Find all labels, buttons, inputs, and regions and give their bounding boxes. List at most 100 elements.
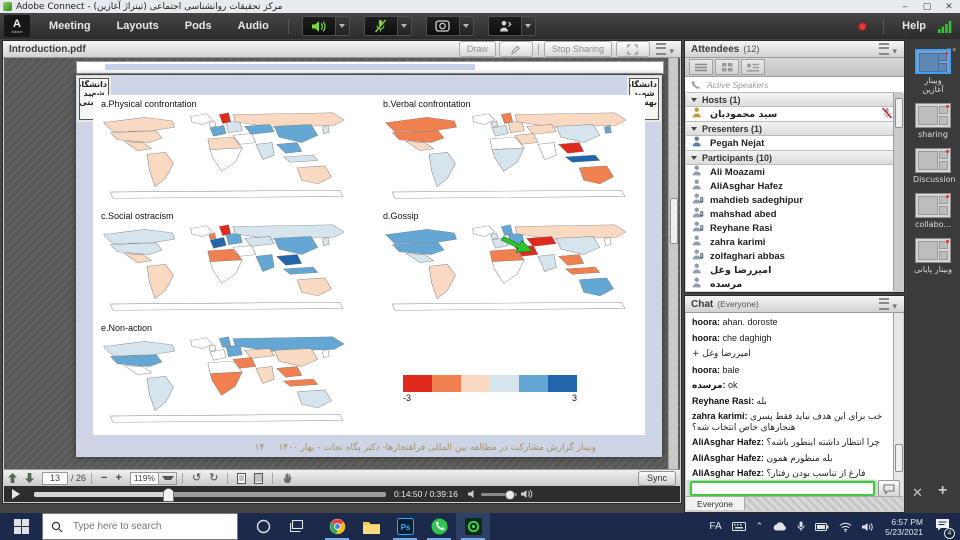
layout-thumbnail[interactable] <box>915 148 951 173</box>
attendee-row[interactable]: امیررضا وغل <box>686 263 903 277</box>
share-pod-menu-icon[interactable]: ▾ <box>656 42 675 57</box>
legend-swatch <box>490 375 519 392</box>
layout-item[interactable]: وبینار پایانی <box>913 238 953 274</box>
tray-expand-chevron-icon[interactable]: ⌃ <box>756 521 764 532</box>
chat-message-input[interactable] <box>690 481 875 496</box>
microphone-tray-icon[interactable] <box>797 521 805 532</box>
menu-pods[interactable]: Pods <box>172 20 225 32</box>
notification-center-button[interactable]: 4 <box>935 518 950 536</box>
attendee-row[interactable]: zahra karimi <box>686 235 903 249</box>
file-explorer-app-icon[interactable] <box>354 513 388 540</box>
menu-meeting[interactable]: Meeting <box>36 20 104 32</box>
help-menu[interactable]: Help <box>902 20 926 32</box>
webcam-icon <box>435 20 451 32</box>
status-dropdown[interactable] <box>522 16 536 36</box>
whatsapp-app-icon[interactable] <box>422 513 456 540</box>
playback-progress-bar[interactable] <box>34 492 386 497</box>
status-button[interactable] <box>488 16 522 36</box>
zoom-out-button[interactable]: − <box>101 472 107 484</box>
layout-item[interactable]: Discussion <box>913 148 953 184</box>
zoom-in-button[interactable]: + <box>115 472 121 484</box>
sync-button[interactable]: Sync <box>638 471 676 486</box>
photoshop-app-icon[interactable]: Ps <box>388 513 422 540</box>
maximize-button[interactable]: ▢ <box>916 1 938 12</box>
taskbar-clock[interactable]: 6:57 PM 5/23/2021 <box>885 517 923 537</box>
fit-width-button[interactable] <box>254 473 263 484</box>
layout-thumbnail-selected[interactable] <box>915 49 951 74</box>
attendee-row[interactable]: Ali Moazami <box>686 165 903 179</box>
page-down-button[interactable] <box>25 473 34 483</box>
chat-send-button[interactable] <box>878 480 900 497</box>
adobe-connect-app-icon[interactable] <box>456 513 490 540</box>
microphone-dropdown[interactable] <box>398 16 412 36</box>
layouts-add-icon[interactable]: + <box>938 482 947 500</box>
close-button[interactable]: ✕ <box>938 1 960 12</box>
layout-item[interactable]: collabo... <box>913 193 953 229</box>
status-view-button[interactable] <box>741 59 765 75</box>
page-number-input[interactable]: 13 <box>42 472 68 485</box>
attendees-scrollbar[interactable] <box>893 92 903 291</box>
attendee-group-header[interactable]: Presenters (1) <box>686 121 903 136</box>
wifi-icon[interactable] <box>839 522 852 532</box>
cortana-button[interactable] <box>246 513 280 540</box>
attendee-group-header[interactable]: Participants (10) <box>686 150 903 165</box>
zoom-level-select[interactable]: 119% <box>130 472 177 485</box>
draw-button[interactable]: Draw <box>459 41 496 57</box>
pen-tool-button[interactable] <box>499 41 533 57</box>
layout-thumbnail[interactable] <box>915 193 951 218</box>
layout-thumbnail[interactable] <box>915 103 951 128</box>
chat-scrollbar[interactable] <box>893 313 903 480</box>
menu-layouts[interactable]: Layouts <box>104 20 172 32</box>
language-indicator[interactable]: FA <box>709 521 721 532</box>
attendee-row[interactable]: Reyhane Rasi <box>686 221 903 235</box>
layout-item[interactable]: sharing <box>913 103 953 139</box>
chat-pod-menu-icon[interactable]: ▾ <box>879 297 898 312</box>
minimize-button[interactable]: – <box>894 1 916 12</box>
layouts-close-icon[interactable]: ✕ <box>912 485 923 501</box>
search-input[interactable] <box>71 520 225 533</box>
attendee-row[interactable]: mahdieb sadeghipur <box>686 193 903 207</box>
chrome-app-icon[interactable] <box>320 513 354 540</box>
attendee-group-header[interactable]: Hosts (1) <box>686 92 903 107</box>
play-button[interactable] <box>12 489 20 499</box>
fullscreen-button[interactable] <box>616 41 650 57</box>
page-up-button[interactable] <box>8 473 17 483</box>
attendee-row[interactable]: مرسده <box>686 277 903 291</box>
start-button[interactable] <box>0 513 42 540</box>
stop-sharing-button[interactable]: Stop Sharing <box>544 41 612 57</box>
onedrive-cloud-icon[interactable] <box>773 522 787 531</box>
task-view-button[interactable] <box>280 513 314 540</box>
speaker-dropdown[interactable] <box>336 16 350 36</box>
fit-page-button[interactable] <box>237 473 246 484</box>
volume-slider[interactable] <box>481 493 517 496</box>
rotate-left-button[interactable]: ↺ <box>192 472 201 484</box>
clock-date: 5/23/2021 <box>885 527 923 537</box>
volume-slider-handle[interactable] <box>505 490 515 500</box>
pan-hand-button[interactable] <box>282 472 293 484</box>
rotate-right-button[interactable]: ↻ <box>209 472 218 484</box>
webcam-button[interactable] <box>426 16 460 36</box>
share-pod-title: Introduction.pdf <box>9 44 86 55</box>
share-scrollbar[interactable] <box>668 58 678 470</box>
attendee-row[interactable]: AliAsghar Hafez <box>686 179 903 193</box>
attendees-pod-menu-icon[interactable]: ▾ <box>879 42 898 57</box>
speaker-button[interactable] <box>302 16 336 36</box>
attendee-row[interactable]: zolfaghari abbas <box>686 249 903 263</box>
attendee-row[interactable]: سید محمودیان <box>686 107 903 121</box>
attendee-row[interactable]: mahshad abed <box>686 207 903 221</box>
battery-icon[interactable] <box>815 523 829 531</box>
layout-item[interactable]: وبینار آغازین <box>913 49 953 94</box>
webcam-dropdown[interactable] <box>460 16 474 36</box>
menu-audio[interactable]: Audio <box>225 20 282 32</box>
attendee-row[interactable]: Pegah Nejat <box>686 136 903 150</box>
layout-thumbnail[interactable] <box>915 238 951 263</box>
recording-playback-bar: 0:14:50 / 0:39:16 <box>4 486 680 502</box>
microphone-muted-button[interactable] <box>364 16 398 36</box>
grid-view-button[interactable] <box>715 59 739 75</box>
speaker-tray-icon[interactable] <box>862 522 874 532</box>
taskbar-search[interactable] <box>42 513 238 540</box>
list-view-button[interactable] <box>689 59 713 75</box>
tab-everyone[interactable]: Everyone <box>686 497 745 510</box>
playback-slider-handle[interactable] <box>163 488 174 502</box>
keyboard-icon[interactable] <box>732 522 746 531</box>
